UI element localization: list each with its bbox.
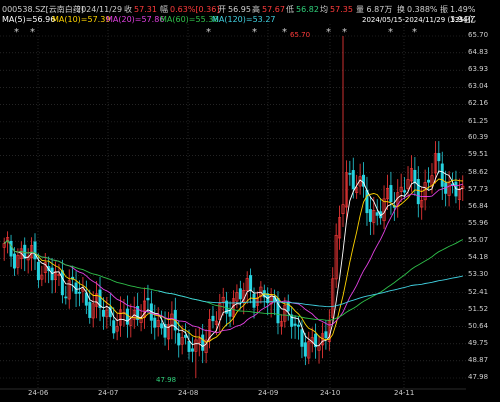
candle-body — [348, 173, 352, 175]
high-annotation: 65.70 — [290, 31, 311, 39]
candle-body — [249, 275, 253, 291]
candle-body — [60, 270, 64, 296]
price-tick: 54.18 — [468, 253, 489, 262]
date-tick: 24-08 — [178, 389, 199, 397]
date-tick: 24-06 — [28, 389, 49, 397]
price-tick: 61.25 — [468, 116, 489, 125]
candle-body — [238, 288, 242, 300]
date-tick: 24-09 — [258, 389, 279, 397]
price-tick: 63.93 — [468, 65, 489, 74]
candle-body — [12, 253, 16, 269]
candle-body — [368, 209, 372, 222]
candle-body — [300, 329, 304, 347]
candle-body — [146, 297, 150, 301]
candle-body — [112, 320, 116, 334]
price-tick: 60.39 — [468, 133, 489, 142]
date-tick: 24-07 — [98, 389, 119, 397]
candle-body — [160, 323, 164, 329]
price-tick: 48.87 — [468, 355, 489, 364]
candle-body — [101, 310, 105, 317]
candle-body — [77, 291, 81, 294]
ma120-line — [158, 275, 463, 308]
candle-body — [33, 241, 37, 260]
price-tick: 50.64 — [468, 321, 489, 330]
candlestick-chart[interactable] — [0, 24, 466, 390]
price-axis: 65.70 64.83 63.93 63.04 62.16 61.25 60.39 59.51… — [466, 24, 500, 390]
date-tick: 24-10 — [320, 389, 341, 397]
price-tick: 55.96 — [468, 218, 489, 227]
price-tick: 52.41 — [468, 287, 489, 296]
candle-body — [36, 261, 40, 281]
price-tick: 59.51 — [468, 150, 489, 159]
price-tick: 53.30 — [468, 270, 489, 279]
date-tick: 24-11 — [394, 389, 415, 397]
price-tick: 58.62 — [468, 167, 489, 176]
candle-body — [427, 179, 431, 183]
candle-body — [375, 212, 379, 216]
price-tick: 62.16 — [468, 99, 489, 108]
candle-body — [437, 153, 441, 162]
price-tick: 47.98 — [468, 373, 489, 381]
candle-body — [64, 296, 68, 299]
candle-body — [228, 309, 232, 317]
candle-body — [416, 178, 420, 205]
candle-body — [9, 240, 13, 257]
candle-body — [389, 185, 393, 203]
candle-body — [440, 163, 444, 187]
candle-body — [190, 348, 194, 352]
price-tick: 64.83 — [468, 47, 489, 56]
candle-body — [177, 333, 181, 346]
date-axis: 24-06 24-07 24-08 24-09 24-10 24-11 — [0, 388, 466, 402]
price-tick: 56.84 — [468, 202, 489, 210]
candle-body — [187, 341, 191, 352]
price-tick: 65.70 — [468, 31, 489, 39]
candle-body — [297, 324, 301, 327]
candle-body — [413, 169, 417, 184]
price-tick: 51.52 — [468, 304, 489, 313]
candle-body — [201, 334, 205, 351]
candle-body — [293, 323, 297, 326]
price-tick: 49.75 — [468, 338, 489, 347]
price-tick: 55.07 — [468, 236, 489, 245]
candle-body — [125, 308, 129, 325]
candle-body — [88, 301, 92, 318]
candle-body — [153, 317, 157, 328]
candle-body — [303, 342, 307, 357]
price-tick: 63.04 — [468, 82, 489, 91]
candle-body — [365, 189, 369, 214]
candle-body — [403, 190, 407, 193]
candle-body — [324, 331, 328, 339]
low-annotation: 47.98 — [156, 376, 177, 384]
price-tick: 57.73 — [468, 184, 489, 193]
candle-body — [211, 315, 215, 322]
candle-body — [252, 293, 256, 308]
candle-body — [351, 170, 355, 190]
